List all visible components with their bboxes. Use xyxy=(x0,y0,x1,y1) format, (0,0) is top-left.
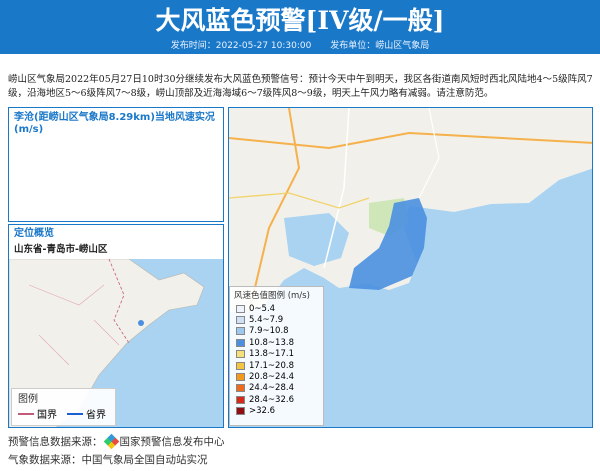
wind-legend-item: 17.1~20.8 xyxy=(230,360,323,371)
warning-summary: 崂山区气象局2022年05月27日10时30分继续发布大风蓝色预警信号：预计今天… xyxy=(8,74,593,99)
warning-center-logo-icon xyxy=(103,433,119,450)
wind-legend-swatch xyxy=(236,361,245,370)
location-name: 山东省-青岛市-崂山区 xyxy=(14,244,108,255)
footer-source-line-2: 气象数据来源：中国气象局全国自动站实况 xyxy=(8,454,208,466)
wind-legend-item: >32.6 xyxy=(230,406,323,417)
location-marker xyxy=(138,320,144,326)
wind-legend-label: 13.8~17.1 xyxy=(249,349,294,360)
station-wind-title: 李沧(距崂山区气象局8.29km)当地风速实况(m/s) xyxy=(14,112,215,135)
wind-legend-label: 10.8~13.8 xyxy=(249,337,294,348)
wind-legend-item: 28.4~32.6 xyxy=(230,394,323,405)
wind-legend-item: 7.9~10.8 xyxy=(230,326,323,337)
wind-legend-item: 5.4~7.9 xyxy=(230,314,323,325)
wind-legend-swatch xyxy=(236,395,245,404)
wind-legend-label: 17.1~20.8 xyxy=(249,360,294,371)
publisher: 发布单位：崂山区气象局 xyxy=(330,41,430,51)
wind-legend-label: 24.4~28.4 xyxy=(249,383,294,394)
map-legend-title: 图例 xyxy=(18,394,38,405)
main-map-panel: 风速色值图例 (m/s) 0~5.4 5.4~7.9 7.9~10.8 10.8~13… xyxy=(228,107,593,428)
page-title: 大风蓝色预警[IV级/一般] xyxy=(155,6,445,35)
provincial-border-label: 省界 xyxy=(86,410,106,421)
wind-legend-item: 24.4~28.4 xyxy=(230,383,323,394)
wind-legend-swatch xyxy=(236,407,245,416)
wind-speed-legend: 风速色值图例 (m/s) 0~5.4 5.4~7.9 7.9~10.8 10.8~13… xyxy=(229,286,324,426)
station-wind-panel: 李沧(距崂山区气象局8.29km)当地风速实况(m/s) xyxy=(8,107,224,222)
footer-source-line-1: 预警信息数据来源： 国家预警信息发布中心 xyxy=(8,433,225,450)
wind-legend-item: 13.8~17.1 xyxy=(230,349,323,360)
national-border-swatch xyxy=(18,412,34,415)
wind-legend-swatch xyxy=(236,384,245,393)
location-panel-title: 定位概览 xyxy=(14,228,54,239)
wind-legend-swatch xyxy=(236,350,245,359)
wind-legend-label: 0~5.4 xyxy=(249,303,276,314)
national-border-label: 国界 xyxy=(37,410,57,421)
footer-source-label: 预警信息数据来源： xyxy=(8,436,103,448)
wind-legend-swatch xyxy=(236,316,245,325)
wind-legend-item: 10.8~13.8 xyxy=(230,337,323,348)
wind-legend-label: 5.4~7.9 xyxy=(249,315,284,326)
wind-legend-swatch xyxy=(236,327,245,336)
wind-legend-label: 28.4~32.6 xyxy=(249,394,294,405)
wind-legend-title: 风速色值图例 (m/s) xyxy=(234,291,310,301)
wind-legend-swatch xyxy=(236,373,245,382)
location-panel: 定位概览 山东省-青岛市-崂山区 图例 国界 省界 xyxy=(8,224,224,428)
wind-legend-label: 7.9~10.8 xyxy=(249,326,289,337)
wind-legend-swatch xyxy=(236,338,245,347)
header-meta: 发布时间：2022-05-27 10:30:00 发布单位：崂山区气象局 xyxy=(0,38,600,54)
map-legend: 图例 国界 省界 xyxy=(11,388,116,426)
wind-legend-item: 20.8~24.4 xyxy=(230,371,323,382)
publish-time: 发布时间：2022-05-27 10:30:00 xyxy=(170,41,312,51)
wind-legend-item: 0~5.4 xyxy=(230,303,323,314)
provincial-border-swatch xyxy=(67,412,83,415)
wind-legend-label: 20.8~24.4 xyxy=(249,372,294,383)
wind-legend-swatch xyxy=(236,304,245,313)
wind-legend-label: >32.6 xyxy=(249,406,276,417)
footer-source-name[interactable]: 国家预警信息发布中心 xyxy=(120,434,225,449)
header-bar: 大风蓝色预警[IV级/一般] 发布时间：2022-05-27 10:30:00 … xyxy=(0,0,600,54)
